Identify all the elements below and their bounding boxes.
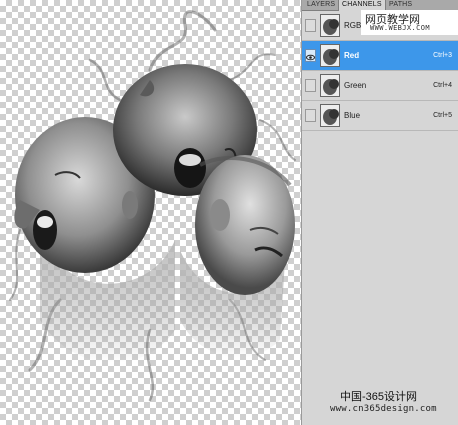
channel-thumbnail xyxy=(320,104,340,127)
channel-name: RGB xyxy=(344,21,362,30)
channels-panel: LAYERS CHANNELS PATHS RGB Ctrl+2 Red C xyxy=(301,0,458,425)
channel-shortcut: Ctrl+5 xyxy=(433,112,452,119)
channel-row-green[interactable]: Green Ctrl+4 xyxy=(302,71,458,101)
channel-shortcut: Ctrl+3 xyxy=(433,52,452,59)
channel-thumbnail xyxy=(320,14,340,37)
tab-layers[interactable]: LAYERS xyxy=(304,0,338,10)
channel-name: Red xyxy=(344,51,360,60)
watermark-bottom-url: www.cn365design.com xyxy=(330,404,437,414)
watermark-bottom-text: 中国-365设计网 xyxy=(340,391,418,403)
channel-thumbnail xyxy=(320,44,340,67)
visibility-toggle[interactable] xyxy=(305,109,316,122)
watermark-top-url: WWW.WEBJX.COM xyxy=(370,24,430,32)
channel-shortcut: Ctrl+4 xyxy=(433,82,452,89)
channel-row-red[interactable]: Red Ctrl+3 xyxy=(302,41,458,71)
tab-paths[interactable]: PATHS xyxy=(386,0,415,10)
visibility-toggle[interactable] xyxy=(305,49,316,62)
visibility-toggle[interactable] xyxy=(305,19,316,32)
visibility-toggle[interactable] xyxy=(305,79,316,92)
document-canvas[interactable] xyxy=(0,0,301,425)
watermark-top: 网页教学网 WWW.WEBJX.COM xyxy=(361,10,458,35)
screaming-heads-artwork xyxy=(9,10,296,402)
channel-name: Green xyxy=(344,81,367,90)
eye-icon xyxy=(306,54,315,61)
channel-thumbnail xyxy=(320,74,340,97)
channel-row-blue[interactable]: Blue Ctrl+5 xyxy=(302,101,458,131)
channel-name: Blue xyxy=(344,111,361,120)
